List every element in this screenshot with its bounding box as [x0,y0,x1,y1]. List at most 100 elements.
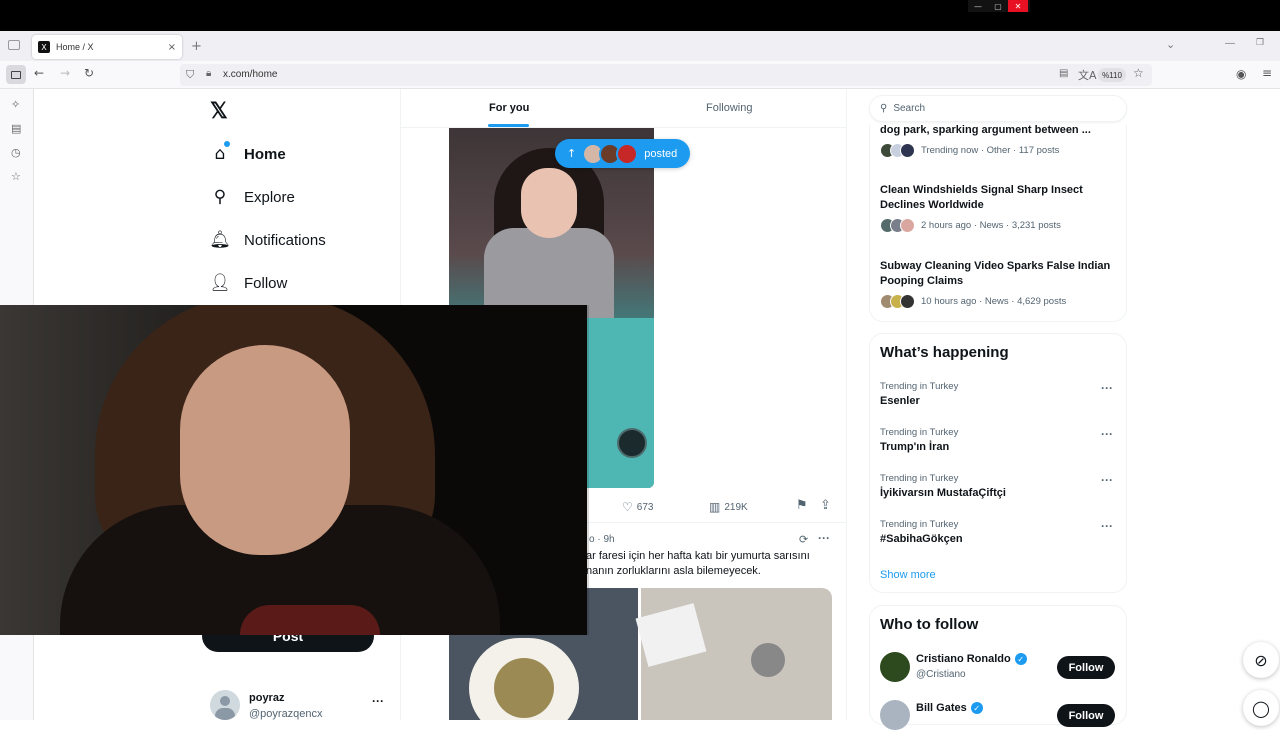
avatar-stack [880,217,915,233]
synced-tabs-icon[interactable]: ▤ [11,122,21,135]
tab-following[interactable]: Following [706,102,752,114]
tab-overview-icon[interactable] [8,40,20,50]
user-name[interactable]: Cristiano Ronaldo ✓ [916,653,1027,665]
user-name[interactable]: Bill Gates ✓ [916,702,983,714]
zoom-level-badge[interactable]: %110 [1098,68,1126,82]
add-person-icon: 👤︎ [209,273,231,293]
more-icon[interactable]: ··· [1101,381,1113,395]
sidebar-toggle-icon[interactable] [6,65,26,84]
reader-view-icon[interactable]: ▤ [1059,68,1068,79]
user-name-text: Cristiano Ronaldo [916,653,1011,665]
verified-badge-icon: ✓ [970,702,983,714]
new-tab-button[interactable]: + [191,39,202,54]
grok-icon[interactable]: ⊘ [1243,642,1279,678]
window-controls: — ▢ ✕ [968,0,1030,12]
more-icon[interactable]: ··· [1101,473,1113,487]
post-text-line: ar faresi için her hafta katı bir yumurt… [586,550,810,562]
avatar[interactable] [880,652,910,682]
bookmark-icon[interactable]: ⚑ [796,498,808,513]
trend-context: Trending in Turkey [880,519,959,530]
follow-button[interactable]: Follow [1057,704,1115,727]
restore-icon[interactable]: ❐ [1256,38,1264,48]
os-minimize-button[interactable]: — [968,0,988,12]
news-meta: 10 hours ago · News · 4,629 posts [921,295,1067,307]
nav-item-explore[interactable]: ⚲ Explore [210,182,295,212]
share-icon[interactable]: ⇪ [820,498,831,513]
account-icon[interactable]: ◉ [1236,67,1246,81]
browser-tab[interactable]: X Home / X × [32,35,182,59]
news-title[interactable]: Clean Windshields Signal Sharp Insect De… [880,183,1120,213]
post-timestamp[interactable]: o · 9h [589,534,615,545]
trend-name[interactable]: Trump'ın İran [880,441,949,453]
list-all-tabs-icon[interactable]: ⌄ [1166,38,1175,51]
nav-label-follow: Follow [244,274,288,292]
back-icon[interactable]: ← [34,66,44,80]
search-input[interactable]: ⚲ Search [869,95,1127,122]
views-button[interactable]: ▥ 219K [709,500,748,514]
minimize-icon[interactable]: — [1225,38,1235,49]
translate-icon[interactable]: 文A [1078,67,1097,83]
search-icon: ⚲ [213,187,227,207]
like-button[interactable]: ♡ 673 [622,500,653,514]
nav-label-explore: Explore [244,188,295,206]
unread-dot [224,141,230,147]
post-image[interactable] [635,588,832,720]
more-icon[interactable]: ··· [1101,519,1113,533]
more-icon[interactable]: ··· [818,531,830,545]
os-close-button[interactable]: ✕ [1008,0,1028,12]
messages-icon[interactable]: ◯ [1243,690,1279,726]
news-meta-row: 10 hours ago · News · 4,629 posts [880,293,1066,309]
arrow-up-icon: ↑ [567,147,577,160]
nav-label-home: Home [244,145,286,163]
tab-for-you[interactable]: For you [489,102,529,114]
new-posts-pill[interactable]: ↑ posted [555,139,690,168]
lock-icon[interactable]: 🔒︎ [206,68,211,79]
forward-icon[interactable]: → [60,66,70,80]
nav-item-follow[interactable]: 👤︎ Follow [209,268,288,298]
profile-handle[interactable]: @poyrazqencx [249,708,323,720]
follow-button[interactable]: Follow [1057,656,1115,679]
bookmarks-icon[interactable]: ☆ [11,170,21,183]
nav-item-home[interactable]: ⌂ Home [210,139,286,169]
avatar[interactable] [880,700,910,730]
more-icon[interactable]: ··· [1101,427,1113,441]
tab-title: Home / X [56,42,94,52]
avatar-stack [880,142,915,158]
show-more-link[interactable]: Show more [880,569,936,581]
os-maximize-button[interactable]: ▢ [988,0,1008,12]
avatar[interactable] [210,690,240,720]
profile-name[interactable]: poyraz [249,692,284,704]
nav-label-notifications: Notifications [244,231,326,249]
news-meta-row: Trending now · Other · 117 posts [880,142,1059,158]
home-icon: ⌂ [214,144,226,164]
trend-name[interactable]: Esenler [880,395,920,407]
ai-chat-icon[interactable]: ✧ [11,98,20,111]
user-handle[interactable]: @Cristiano [916,669,966,680]
more-icon[interactable]: ··· [372,694,384,708]
url-text[interactable]: x.com/home [223,69,277,80]
tab-close-icon[interactable]: × [168,42,176,53]
heart-icon: ♡ [622,500,633,514]
avatar-stack [880,293,915,309]
grok-icon[interactable]: ⟳ [799,533,808,546]
search-icon: ⚲ [880,103,888,114]
history-icon[interactable]: ◷ [11,146,21,159]
search-placeholder: Search [893,103,926,114]
app-menu-icon[interactable]: ≡ [1262,66,1272,80]
nav-item-notifications[interactable]: 🔔︎ Notifications [209,225,326,255]
bell-icon: 🔔︎ [209,230,231,250]
trend-name[interactable]: İyikivarsın MustafaÇiftçi [880,487,1006,499]
x-logo-icon[interactable]: 𝕏 [210,98,228,124]
news-meta: 2 hours ago · News · 3,231 posts [921,219,1061,231]
trend-name[interactable]: #SabihaGökçen [880,533,963,545]
reload-icon[interactable]: ↻ [84,66,94,80]
x-favicon-icon: X [38,41,50,53]
address-bar[interactable] [180,64,1152,86]
bookmark-star-icon[interactable]: ☆ [1133,66,1144,80]
news-title[interactable]: dog park, sparking argument between ... [880,123,1120,138]
trend-context: Trending in Turkey [880,427,959,438]
webcam-edge [587,305,589,635]
tracking-protection-icon[interactable]: ⛉ [186,68,194,82]
like-count: 673 [636,501,654,513]
news-title[interactable]: Subway Cleaning Video Sparks False India… [880,259,1120,289]
